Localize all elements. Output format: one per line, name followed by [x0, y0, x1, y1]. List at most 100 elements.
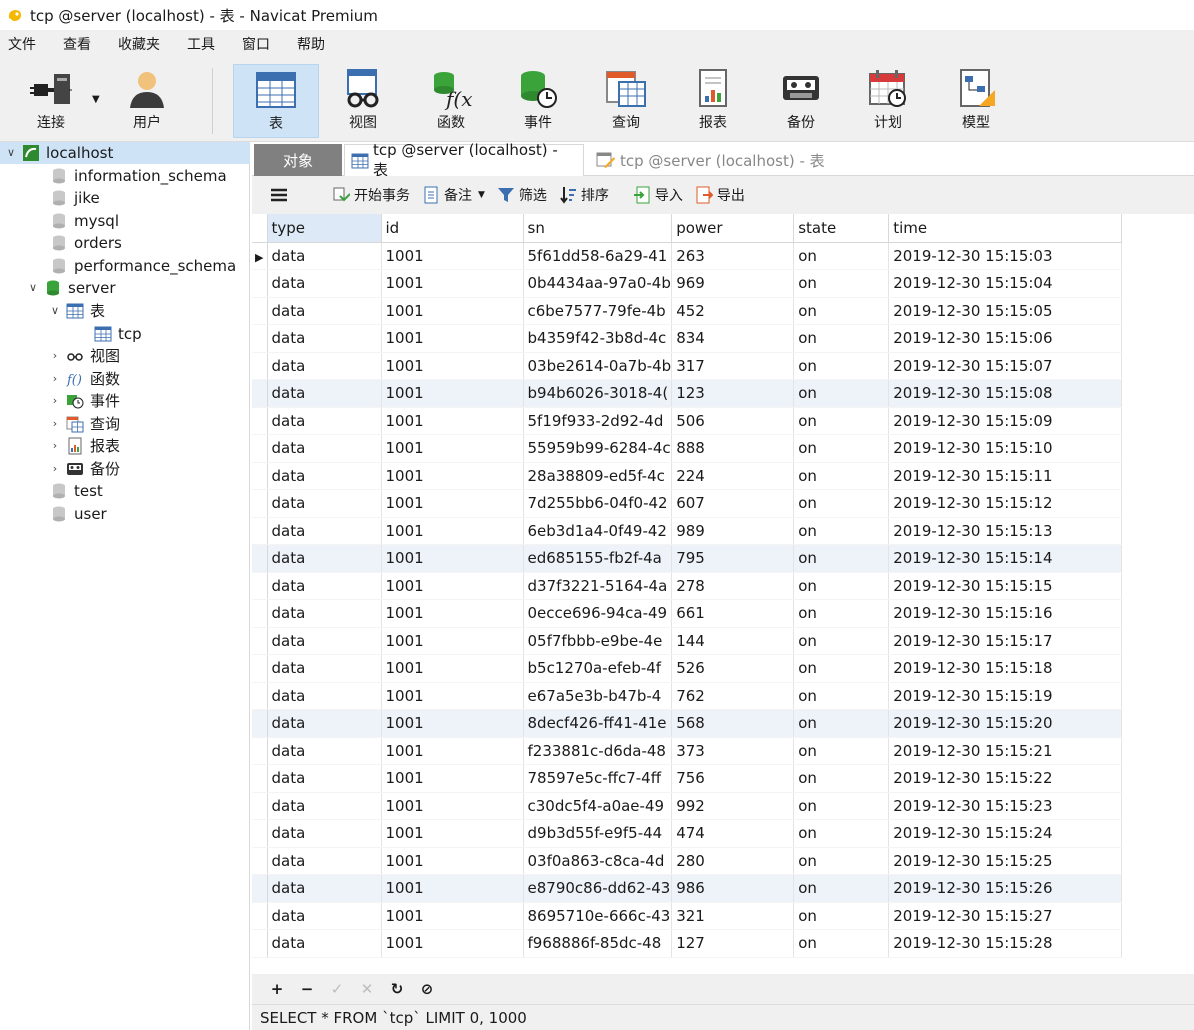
cell-state[interactable]: on [793, 902, 890, 930]
cell-time[interactable]: 2019-12-30 15:15:14 [888, 544, 1123, 573]
cell-state[interactable]: on [793, 654, 890, 683]
cell-power[interactable]: 992 [671, 792, 795, 820]
cell-time[interactable]: 2019-12-30 15:15:19 [888, 682, 1123, 710]
table-row[interactable]: data 1001 78597e5c-ffc7-4ff 756 on 2019-12-30… [252, 764, 1123, 793]
table-row[interactable]: data 1001 c30dc5f4-a0ae-49 992 on 2019-12-30 … [252, 792, 1123, 820]
table-row[interactable]: data 1001 7d255bb6-04f0-42 607 on 2019-12-30 … [252, 489, 1123, 518]
chevron-down-icon[interactable]: ∨ [48, 300, 62, 322]
cell-time[interactable]: 2019-12-30 15:15:18 [888, 654, 1123, 683]
cell-id[interactable]: 1001 [381, 379, 524, 408]
cell-type[interactable]: data [267, 599, 382, 628]
table-row[interactable]: data 1001 e8790c86-dd62-43 986 on 2019-12-30 … [252, 874, 1123, 903]
cell-time[interactable]: 2019-12-30 15:15:09 [888, 407, 1123, 435]
table-row[interactable]: data 1001 03be2614-0a7b-4b 317 on 2019-12-30 … [252, 352, 1123, 380]
menu-help[interactable]: 帮助 [289, 30, 341, 60]
tree-group-reports[interactable]: › 报表 [48, 435, 120, 457]
cell-state[interactable]: on [793, 407, 890, 435]
table-row[interactable]: data 1001 b4359f42-3b8d-4c 834 on 2019-12-30 … [252, 324, 1123, 353]
sort-button[interactable]: 排序 [559, 185, 609, 205]
tree-db-orders[interactable]: orders [50, 232, 122, 254]
cell-power[interactable]: 452 [671, 297, 795, 325]
cell-id[interactable]: 1001 [381, 599, 524, 628]
table-row[interactable]: data 1001 b5c1270a-efeb-4f 526 on 2019-12-30 … [252, 654, 1123, 683]
row-indicator[interactable] [252, 407, 268, 435]
cell-time[interactable]: 2019-12-30 15:15:22 [888, 764, 1123, 793]
cell-sn[interactable]: c6be7577-79fe-4b [523, 297, 673, 325]
table-row[interactable]: data 1001 8695710e-666c-43 321 on 2019-12-30 … [252, 902, 1123, 930]
table-row[interactable]: data 1001 ed685155-fb2f-4a 795 on 2019-12-30 … [252, 544, 1123, 573]
backup-button[interactable]: 备份 [758, 64, 844, 138]
cell-time[interactable]: 2019-12-30 15:15:21 [888, 737, 1123, 765]
cell-type[interactable]: data [267, 682, 382, 710]
cell-power[interactable]: 224 [671, 462, 795, 490]
cell-type[interactable]: data [267, 902, 382, 930]
cell-id[interactable]: 1001 [381, 544, 524, 573]
cell-id[interactable]: 1001 [381, 297, 524, 325]
cell-id[interactable]: 1001 [381, 517, 524, 545]
cell-state[interactable]: on [793, 517, 890, 545]
cell-sn[interactable]: e8790c86-dd62-43 [523, 874, 673, 903]
cell-id[interactable]: 1001 [381, 682, 524, 710]
cell-power[interactable]: 506 [671, 407, 795, 435]
cell-state[interactable]: on [793, 627, 890, 655]
row-indicator[interactable] [252, 297, 268, 325]
row-indicator[interactable] [252, 737, 268, 765]
cell-state[interactable]: on [793, 544, 890, 573]
report-button[interactable]: 报表 [670, 64, 756, 138]
row-indicator[interactable] [252, 379, 268, 408]
connect-button[interactable]: 连接 [8, 64, 94, 138]
stop-icon[interactable]: ⊘ [412, 980, 442, 998]
cell-type[interactable]: data [267, 764, 382, 793]
cell-type[interactable]: data [267, 544, 382, 573]
cell-time[interactable]: 2019-12-30 15:15:23 [888, 792, 1123, 820]
cell-power[interactable]: 607 [671, 489, 795, 518]
table-row[interactable]: data 1001 05f7fbbb-e9be-4e 144 on 2019-12-30 … [252, 627, 1123, 655]
memo-dropdown-icon[interactable]: ▼ [478, 190, 485, 200]
cell-sn[interactable]: f968886f-85dc-48 [523, 929, 673, 958]
table-row[interactable]: data 1001 03f0a863-c8ca-4d 280 on 2019-12-30 … [252, 847, 1123, 875]
cell-state[interactable]: on [793, 929, 890, 958]
cell-type[interactable]: data [267, 819, 382, 848]
cell-sn[interactable]: 03f0a863-c8ca-4d [523, 847, 673, 875]
cell-time[interactable]: 2019-12-30 15:15:11 [888, 462, 1123, 490]
chevron-right-icon[interactable]: › [48, 458, 62, 480]
cell-state[interactable]: on [793, 737, 890, 765]
cell-sn[interactable]: f233881c-d6da-48 [523, 737, 673, 765]
chevron-right-icon[interactable]: › [48, 368, 62, 390]
cell-sn[interactable]: 8decf426-ff41-41e [523, 709, 673, 738]
cell-time[interactable]: 2019-12-30 15:15:17 [888, 627, 1123, 655]
cell-power[interactable]: 888 [671, 434, 795, 463]
cell-type[interactable]: data [267, 847, 382, 875]
tree-group-views[interactable]: › 视图 [48, 345, 120, 367]
row-indicator[interactable] [252, 352, 268, 380]
cell-sn[interactable]: d9b3d55f-e9f5-44 [523, 819, 673, 848]
cell-sn[interactable]: ed685155-fb2f-4a [523, 544, 673, 573]
cell-time[interactable]: 2019-12-30 15:15:20 [888, 709, 1123, 738]
cell-state[interactable]: on [793, 352, 890, 380]
cell-power[interactable]: 526 [671, 654, 795, 683]
cell-time[interactable]: 2019-12-30 15:15:16 [888, 599, 1123, 628]
add-record-icon[interactable]: + [262, 980, 292, 998]
menu-button[interactable] [270, 186, 292, 204]
cell-state[interactable]: on [793, 324, 890, 353]
row-indicator[interactable] [252, 572, 268, 600]
tree-group-backups[interactable]: › 备份 [48, 458, 120, 480]
table-row[interactable]: data 1001 d37f3221-5164-4a 278 on 2019-12-30 … [252, 572, 1123, 600]
cell-id[interactable]: 1001 [381, 627, 524, 655]
cell-power[interactable]: 795 [671, 544, 795, 573]
column-header-type[interactable]: type [267, 214, 382, 243]
row-indicator[interactable] [252, 324, 268, 353]
table-row[interactable]: data 1001 f968886f-85dc-48 127 on 2019-12-30 … [252, 929, 1123, 958]
table-row[interactable]: data 1001 f233881c-d6da-48 373 on 2019-12-30 … [252, 737, 1123, 765]
import-button[interactable]: 导入 [633, 185, 683, 205]
tree-db-performance-schema[interactable]: performance_schema [50, 255, 236, 277]
schedule-button[interactable]: 计划 [845, 64, 931, 138]
query-button[interactable]: 查询 [583, 64, 669, 138]
tab-design-tcp[interactable]: tcp @server (localhost) - 表 [590, 144, 890, 176]
row-indicator[interactable] [252, 489, 268, 518]
cell-time[interactable]: 2019-12-30 15:15:27 [888, 902, 1123, 930]
cell-time[interactable]: 2019-12-30 15:15:28 [888, 929, 1123, 958]
menu-window[interactable]: 窗口 [234, 30, 286, 60]
table-row[interactable]: data 1001 5f19f933-2d92-4d 506 on 2019-12-30 … [252, 407, 1123, 435]
table-row[interactable]: ▶ data 1001 5f61dd58-6a29-41 263 on 2019-12-30… [252, 242, 1123, 270]
